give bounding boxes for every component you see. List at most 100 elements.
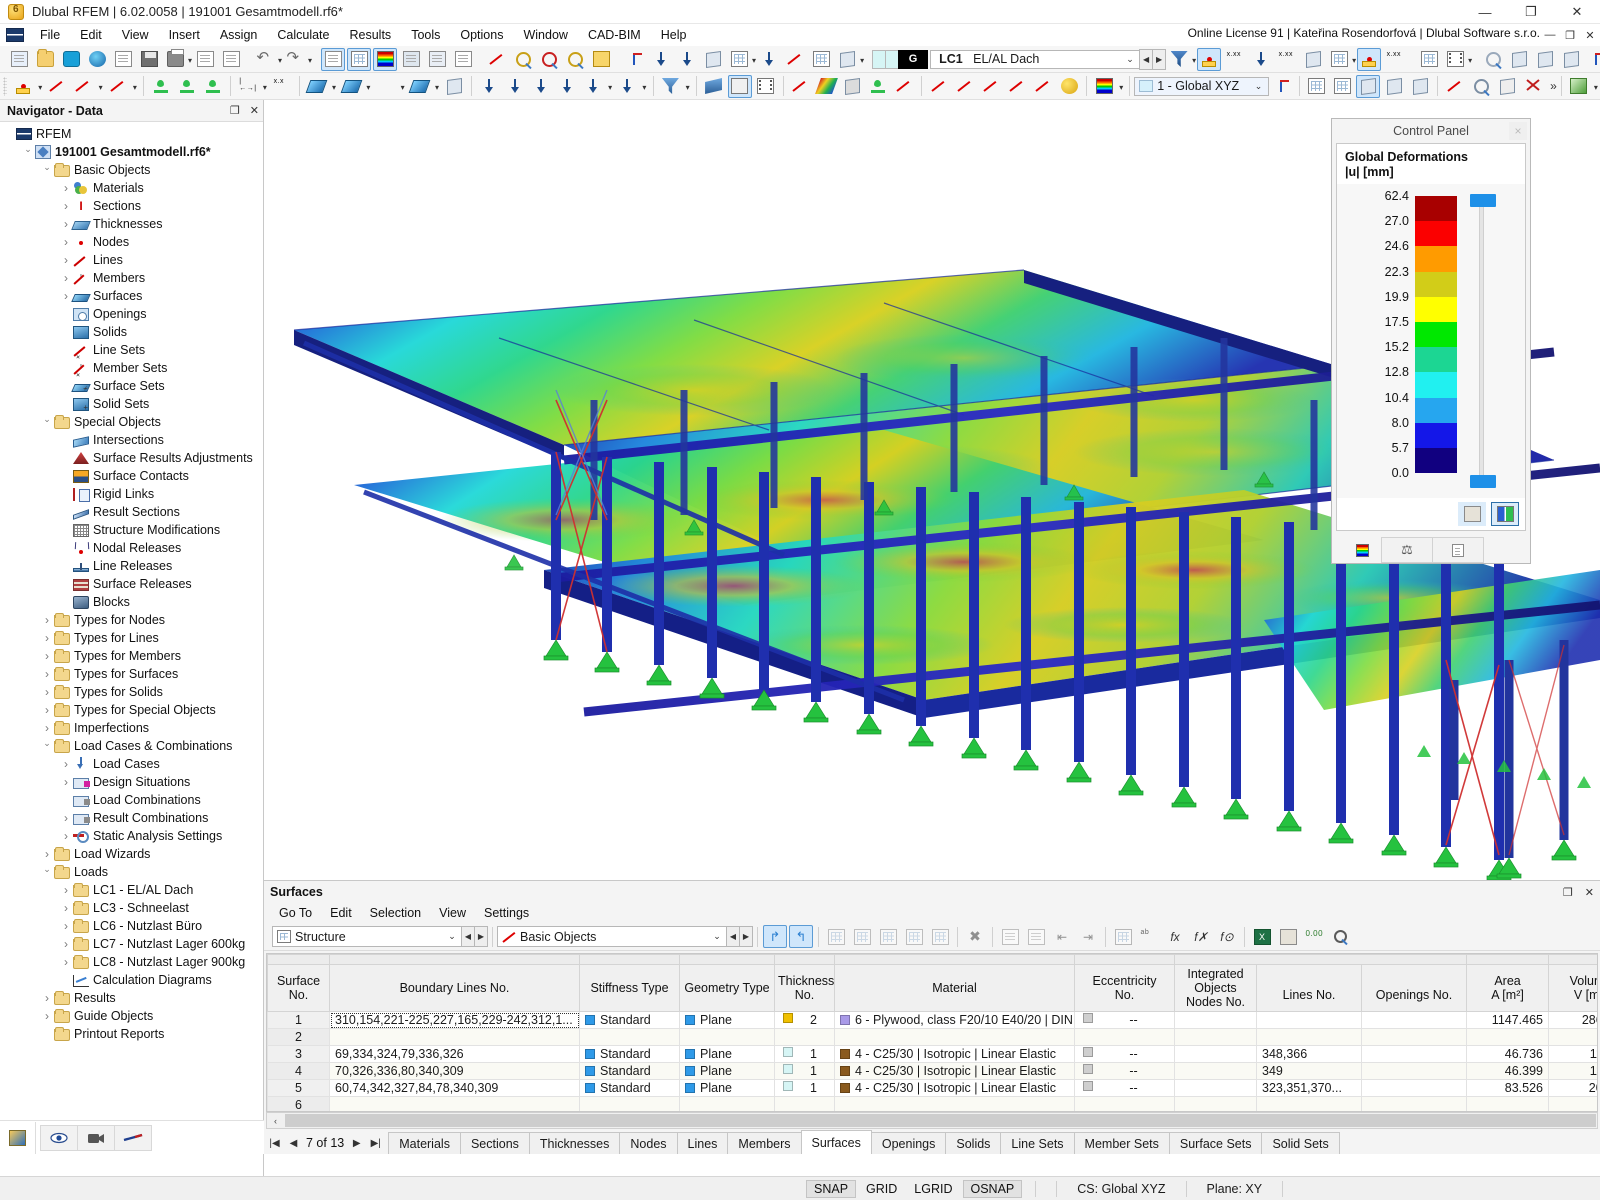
cell-area[interactable]: 83.526	[1467, 1080, 1549, 1097]
animation-render-button[interactable]	[754, 75, 778, 98]
visibility-eye-icon[interactable]	[40, 1125, 78, 1151]
tree-expander-icon[interactable]	[59, 829, 73, 843]
surface-support-insert-button[interactable]	[201, 75, 225, 98]
tree-expander-icon[interactable]	[59, 901, 73, 915]
cell-openings-no[interactable]	[1362, 1029, 1467, 1046]
filter-caret[interactable]: ▾	[1192, 48, 1196, 71]
table-menu-goto[interactable]: Go To	[270, 905, 321, 921]
tree-expander-icon[interactable]	[40, 685, 54, 699]
cell-nodes-no[interactable]	[1175, 1080, 1257, 1097]
views-tab-icon[interactable]	[0, 1122, 36, 1154]
col-volume[interactable]: VolumeV [m³]	[1549, 965, 1598, 1012]
cell-volume[interactable]	[1549, 1029, 1598, 1046]
insert-surface-from-lines-button[interactable]	[339, 75, 363, 98]
tree-item-member-sets[interactable]: Member Sets	[0, 359, 263, 377]
open-model-button[interactable]	[33, 48, 57, 71]
imperfection-caret[interactable]: ▾	[640, 75, 648, 98]
command-line-button[interactable]	[399, 48, 423, 71]
animation-button[interactable]	[1443, 48, 1467, 71]
navigator-restore-button[interactable]: ❐	[230, 104, 240, 117]
deformation-result-button[interactable]	[757, 48, 781, 71]
tree-expander-icon[interactable]	[59, 235, 73, 249]
document-button[interactable]	[219, 48, 243, 71]
cell-boundary-lines[interactable]: 70,326,336,80,340,309	[330, 1063, 580, 1080]
cell-eccentricity-no[interactable]: --	[1075, 1080, 1175, 1097]
tree-expander-icon[interactable]	[40, 867, 54, 878]
tab-factors[interactable]: ⚖	[1381, 537, 1433, 563]
tree-item-lc6-nutzlast-b-ro[interactable]: LC6 - Nutzlast Büro	[0, 917, 263, 935]
show-values-button[interactable]: x.xx	[1223, 48, 1247, 71]
cell-boundary-lines[interactable]	[330, 1097, 580, 1113]
menu-item-view[interactable]: View	[112, 26, 159, 44]
control-panel-tabs[interactable]: ⚖	[1332, 535, 1530, 563]
cloud-open-button[interactable]	[59, 48, 83, 71]
plane-yz-button[interactable]	[1382, 75, 1406, 98]
cell-openings-no[interactable]	[1362, 1063, 1467, 1080]
cell-openings-no[interactable]	[1362, 1097, 1467, 1113]
lighting-button[interactable]	[1057, 75, 1081, 98]
pager-first-button[interactable]: |◀	[268, 1138, 281, 1149]
tree-expander-icon[interactable]	[59, 955, 73, 969]
cell-area[interactable]	[1467, 1029, 1549, 1046]
select-in-model-button[interactable]: ↱	[763, 925, 787, 948]
cell-stiffness-type[interactable]: Standard	[580, 1063, 680, 1080]
tree-item-rfem[interactable]: RFEM	[0, 125, 263, 143]
tab-display-properties[interactable]	[1432, 537, 1484, 563]
undo-button[interactable]: ↶	[253, 48, 277, 71]
cell-openings-no[interactable]	[1362, 1046, 1467, 1063]
col-material[interactable]: Material	[835, 965, 1075, 1012]
list-button[interactable]	[451, 48, 475, 71]
tree-item-guide-objects[interactable]: Guide Objects	[0, 1007, 263, 1025]
doc-restore-button[interactable]: ❐	[1560, 24, 1580, 46]
col-nodes-no[interactable]: Integrated ObjectsNodes No.	[1175, 965, 1257, 1012]
tree-item-loads[interactable]: Loads	[0, 863, 263, 881]
cell-geometry-type[interactable]	[680, 1097, 775, 1113]
tree-item-line-releases[interactable]: Line Releases	[0, 557, 263, 575]
table-row[interactable]: 6	[268, 1097, 1599, 1113]
navigator-close-button[interactable]: ✕	[250, 104, 259, 117]
table-layout-button[interactable]	[1111, 925, 1135, 948]
deformation-view-button[interactable]	[788, 75, 812, 98]
clear-formula-button[interactable]: f✗	[1189, 925, 1213, 948]
col-surface-no[interactable]: SurfaceNo.	[268, 965, 330, 1012]
tree-expander-icon[interactable]	[59, 253, 73, 267]
cell-volume[interactable]: 20.881	[1549, 1080, 1598, 1097]
cut-row-button[interactable]	[1024, 925, 1048, 948]
tree-expander-icon[interactable]	[59, 919, 73, 933]
table-category-spinner[interactable]: ◀▶	[462, 926, 488, 947]
cell-geometry-type[interactable]: Plane	[680, 1080, 775, 1097]
table-tab-sections[interactable]: Sections	[460, 1132, 530, 1154]
table-pager[interactable]: |◀ ◀ 7 of 13 ▶ ▶|	[268, 1132, 388, 1154]
insert-polyline-button[interactable]	[106, 75, 130, 98]
scroll-left-arrow[interactable]: ‹	[267, 1116, 284, 1126]
selection-mode-button[interactable]	[589, 48, 613, 71]
dimension-text-button[interactable]: x.x	[270, 75, 294, 98]
cell-eccentricity-no[interactable]: --	[1075, 1046, 1175, 1063]
menu-item-edit[interactable]: Edit	[70, 26, 112, 44]
close-button[interactable]: ✕	[1554, 0, 1600, 24]
cell-volume[interactable]	[1549, 1097, 1598, 1113]
table-filter-button[interactable]	[928, 925, 952, 948]
tree-item-lc8-nutzlast-lager-900kg[interactable]: LC8 - Nutzlast Lager 900kg	[0, 953, 263, 971]
navigator-tree[interactable]: RFEM191001 Gesamtmodell.rf6*Basic Object…	[0, 122, 263, 1184]
scale-edit-button[interactable]	[1491, 502, 1519, 526]
cell-thickness-no[interactable]: 2	[775, 1012, 835, 1029]
toolbar2-overflow-button[interactable]: »	[1550, 79, 1557, 93]
tree-expander-icon[interactable]	[59, 883, 73, 897]
cell-geometry-type[interactable]	[680, 1029, 775, 1046]
snap-settings-caret[interactable]: ▾	[683, 75, 691, 98]
scroll-thumb[interactable]	[285, 1114, 1596, 1127]
surface-load-button[interactable]	[675, 48, 699, 71]
table-search-button[interactable]	[1328, 925, 1352, 948]
table-horizontal-scrollbar[interactable]: ‹	[266, 1112, 1598, 1129]
tree-item-types-for-special-objects[interactable]: Types for Special Objects	[0, 701, 263, 719]
print-button[interactable]	[163, 48, 187, 71]
grid-results-button[interactable]	[1327, 48, 1351, 71]
minimize-button[interactable]: —	[1462, 0, 1508, 24]
cell-lines-no[interactable]: 349	[1257, 1063, 1362, 1080]
table-settings-button[interactable]	[1276, 925, 1300, 948]
tree-item-printout-reports[interactable]: Printout Reports	[0, 1025, 263, 1043]
cell-nodes-no[interactable]	[1175, 1029, 1257, 1046]
cell-material[interactable]	[835, 1029, 1075, 1046]
animation-caret[interactable]: ▾	[1468, 48, 1472, 71]
